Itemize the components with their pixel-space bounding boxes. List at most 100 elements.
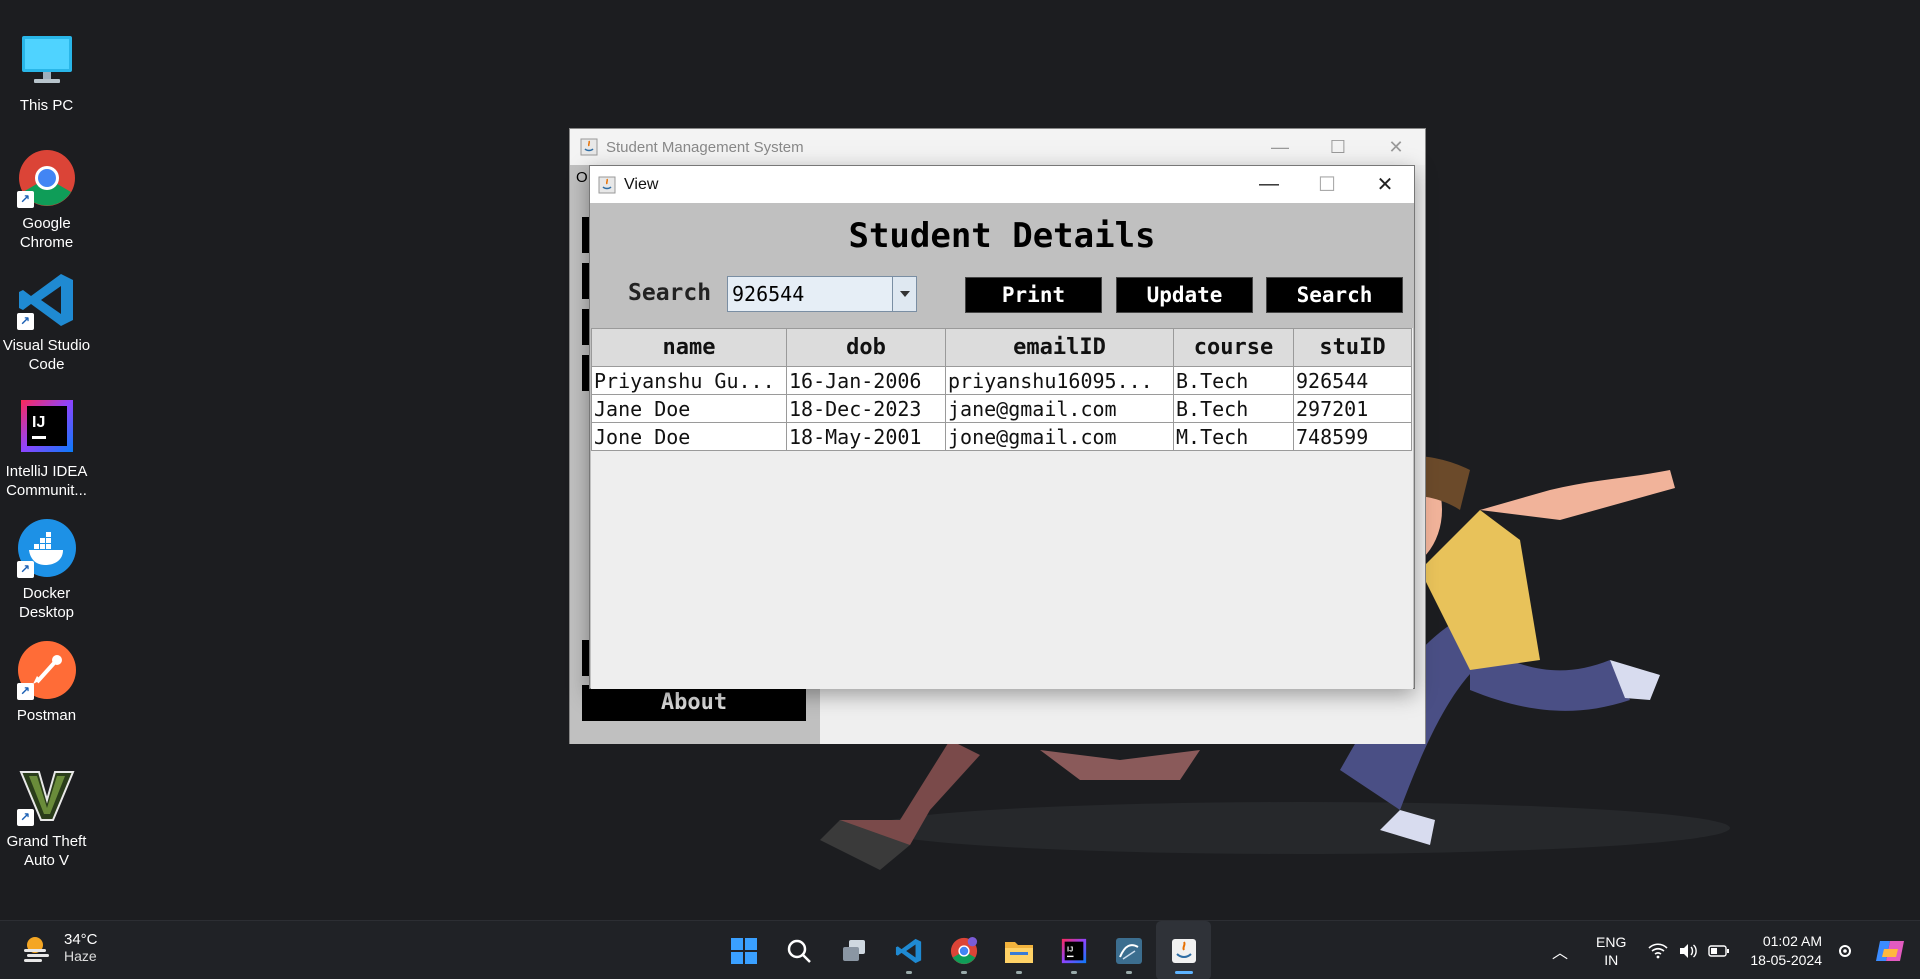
cell-name[interactable]: Priyanshu Gu...: [591, 366, 787, 395]
cell-course[interactable]: B.Tech: [1173, 366, 1294, 395]
column-header-name[interactable]: name: [591, 328, 787, 367]
cell-course[interactable]: M.Tech: [1173, 422, 1294, 451]
desktop-icon-docker[interactable]: ↗ Docker Desktop: [0, 518, 93, 622]
svg-text:IJ: IJ: [32, 414, 45, 431]
copilot-icon[interactable]: [1874, 935, 1906, 967]
shortcut-arrow-icon: ↗: [16, 191, 34, 208]
running-indicator: [1070, 971, 1077, 974]
language-region: IN: [1604, 951, 1619, 968]
desktop-icon-postman[interactable]: ↗ Postman: [0, 640, 93, 725]
language-code: ENG: [1596, 933, 1627, 950]
cell-stuid[interactable]: 926544: [1293, 366, 1412, 395]
taskbar-task-view-button[interactable]: [826, 921, 881, 979]
cell-name[interactable]: Jone Doe: [591, 422, 787, 451]
taskbar-chrome[interactable]: [936, 921, 991, 979]
battery-icon[interactable]: [1708, 944, 1730, 958]
notification-settings-icon[interactable]: [1836, 942, 1854, 960]
running-indicator: [1015, 971, 1022, 974]
clock-date: 18-05-2024: [1750, 951, 1822, 968]
taskbar-vscode[interactable]: [881, 921, 936, 979]
cell-stuid[interactable]: 297201: [1293, 394, 1412, 423]
desktop-icon-this-pc[interactable]: This PC: [0, 30, 93, 115]
desktop-icon-google-chrome[interactable]: ↗ Google Chrome: [0, 148, 93, 252]
desktop-icon-vscode[interactable]: ↗ Visual Studio Code: [0, 270, 93, 374]
desktop-icon-label: Docker Desktop: [18, 585, 75, 621]
weather-condition: Haze: [64, 948, 97, 964]
docker-icon: ↗: [16, 518, 77, 578]
maximize-button[interactable]: ☐: [1309, 129, 1367, 165]
view-window-titlebar[interactable]: View — ☐ ✕: [590, 166, 1414, 203]
wifi-icon[interactable]: [1648, 942, 1668, 959]
print-button[interactable]: Print: [965, 277, 1102, 313]
cell-dob[interactable]: 16-Jan-2006: [786, 366, 946, 395]
volume-icon[interactable]: [1678, 943, 1698, 959]
table-row[interactable]: Jane Doe 18-Dec-2023 jane@gmail.com B.Te…: [591, 394, 1412, 423]
desktop-icon-gta-v[interactable]: ↗ Grand Theft Auto V: [0, 766, 93, 870]
main-window-titlebar[interactable]: Student Management System — ☐ ✕: [570, 129, 1425, 165]
chrome-icon: ↗: [16, 148, 77, 208]
update-button[interactable]: Update: [1116, 277, 1253, 313]
taskbar-start-button[interactable]: [716, 921, 771, 979]
weather-widget[interactable]: 34°C Haze: [22, 931, 98, 964]
shortcut-arrow-icon: ↗: [16, 561, 34, 578]
search-input[interactable]: [728, 277, 892, 311]
maximize-button[interactable]: ☐: [1298, 166, 1356, 203]
taskbar: 34°C Haze IJ ︿ ENG IN 01:02 AM 18-05-202…: [0, 920, 1920, 979]
vscode-icon: [895, 938, 921, 963]
cell-emailid[interactable]: priyanshu16095...: [945, 366, 1174, 395]
chrome-icon: [950, 936, 977, 964]
mysql-workbench-icon: [1115, 937, 1142, 964]
clock[interactable]: 01:02 AM 18-05-2024: [1750, 932, 1822, 970]
close-button[interactable]: ✕: [1356, 166, 1414, 203]
cell-course[interactable]: B.Tech: [1173, 394, 1294, 423]
active-indicator: [1174, 971, 1193, 974]
postman-icon: ↗: [16, 640, 77, 700]
cell-stuid[interactable]: 748599: [1293, 422, 1412, 451]
column-header-dob[interactable]: dob: [786, 328, 946, 367]
column-header-course[interactable]: course: [1173, 328, 1294, 367]
close-button[interactable]: ✕: [1367, 129, 1425, 165]
column-header-stuid[interactable]: stuID: [1293, 328, 1412, 367]
cell-name[interactable]: Jane Doe: [591, 394, 787, 423]
search-label: Search: [628, 280, 712, 306]
desktop-icon-label: Postman: [16, 707, 77, 724]
taskbar-file-explorer[interactable]: [991, 921, 1046, 979]
monitor-icon: [17, 30, 77, 90]
language-indicator[interactable]: ENG IN: [1596, 933, 1626, 969]
java-icon: [580, 138, 598, 156]
intellij-icon: IJ: [1061, 938, 1086, 963]
chevron-up-icon[interactable]: ︿: [1552, 939, 1568, 963]
minimize-button[interactable]: —: [1240, 166, 1298, 203]
running-indicator: [960, 971, 967, 974]
desktop-icon-intellij[interactable]: IJ IntelliJ IDEA Communit...: [0, 396, 93, 500]
student-table: name dob emailID course stuID Priyanshu …: [591, 328, 1412, 451]
student-table-container: name dob emailID course stuID Priyanshu …: [591, 328, 1413, 689]
window-title: Student Management System: [606, 138, 804, 156]
taskbar-java-app[interactable]: [1156, 921, 1211, 979]
desktop-icon-label: Google Chrome: [19, 215, 74, 251]
taskbar-search-button[interactable]: [771, 921, 826, 979]
cell-dob[interactable]: 18-May-2001: [786, 422, 946, 451]
chevron-down-icon[interactable]: [892, 277, 916, 311]
minimize-button[interactable]: —: [1251, 129, 1309, 165]
search-button[interactable]: Search: [1266, 277, 1403, 313]
gta-v-icon: ↗: [16, 766, 77, 826]
search-combobox[interactable]: [727, 276, 917, 312]
table-row[interactable]: Priyanshu Gu... 16-Jan-2006 priyanshu160…: [591, 366, 1412, 395]
taskbar-intellij[interactable]: IJ: [1046, 921, 1101, 979]
table-row[interactable]: Jone Doe 18-May-2001 jone@gmail.com M.Te…: [591, 422, 1412, 451]
cell-dob[interactable]: 18-Dec-2023: [786, 394, 946, 423]
shortcut-arrow-icon: ↗: [16, 809, 34, 826]
sidebar-about-button[interactable]: About: [582, 685, 806, 721]
column-header-emailid[interactable]: emailID: [945, 328, 1174, 367]
taskbar-mysql-workbench[interactable]: [1101, 921, 1156, 979]
folder-icon: [1004, 941, 1033, 963]
menu-bar-partial[interactable]: O: [576, 169, 588, 186]
desktop-icon-label: IntelliJ IDEA Communit...: [5, 463, 88, 499]
desktop-icon-label: Grand Theft Auto V: [6, 833, 87, 869]
task-view-icon: [842, 939, 865, 961]
shortcut-arrow-icon: ↗: [16, 683, 34, 700]
cell-emailid[interactable]: jone@gmail.com: [945, 422, 1174, 451]
cell-emailid[interactable]: jane@gmail.com: [945, 394, 1174, 423]
table-header-row: name dob emailID course stuID: [591, 328, 1412, 367]
